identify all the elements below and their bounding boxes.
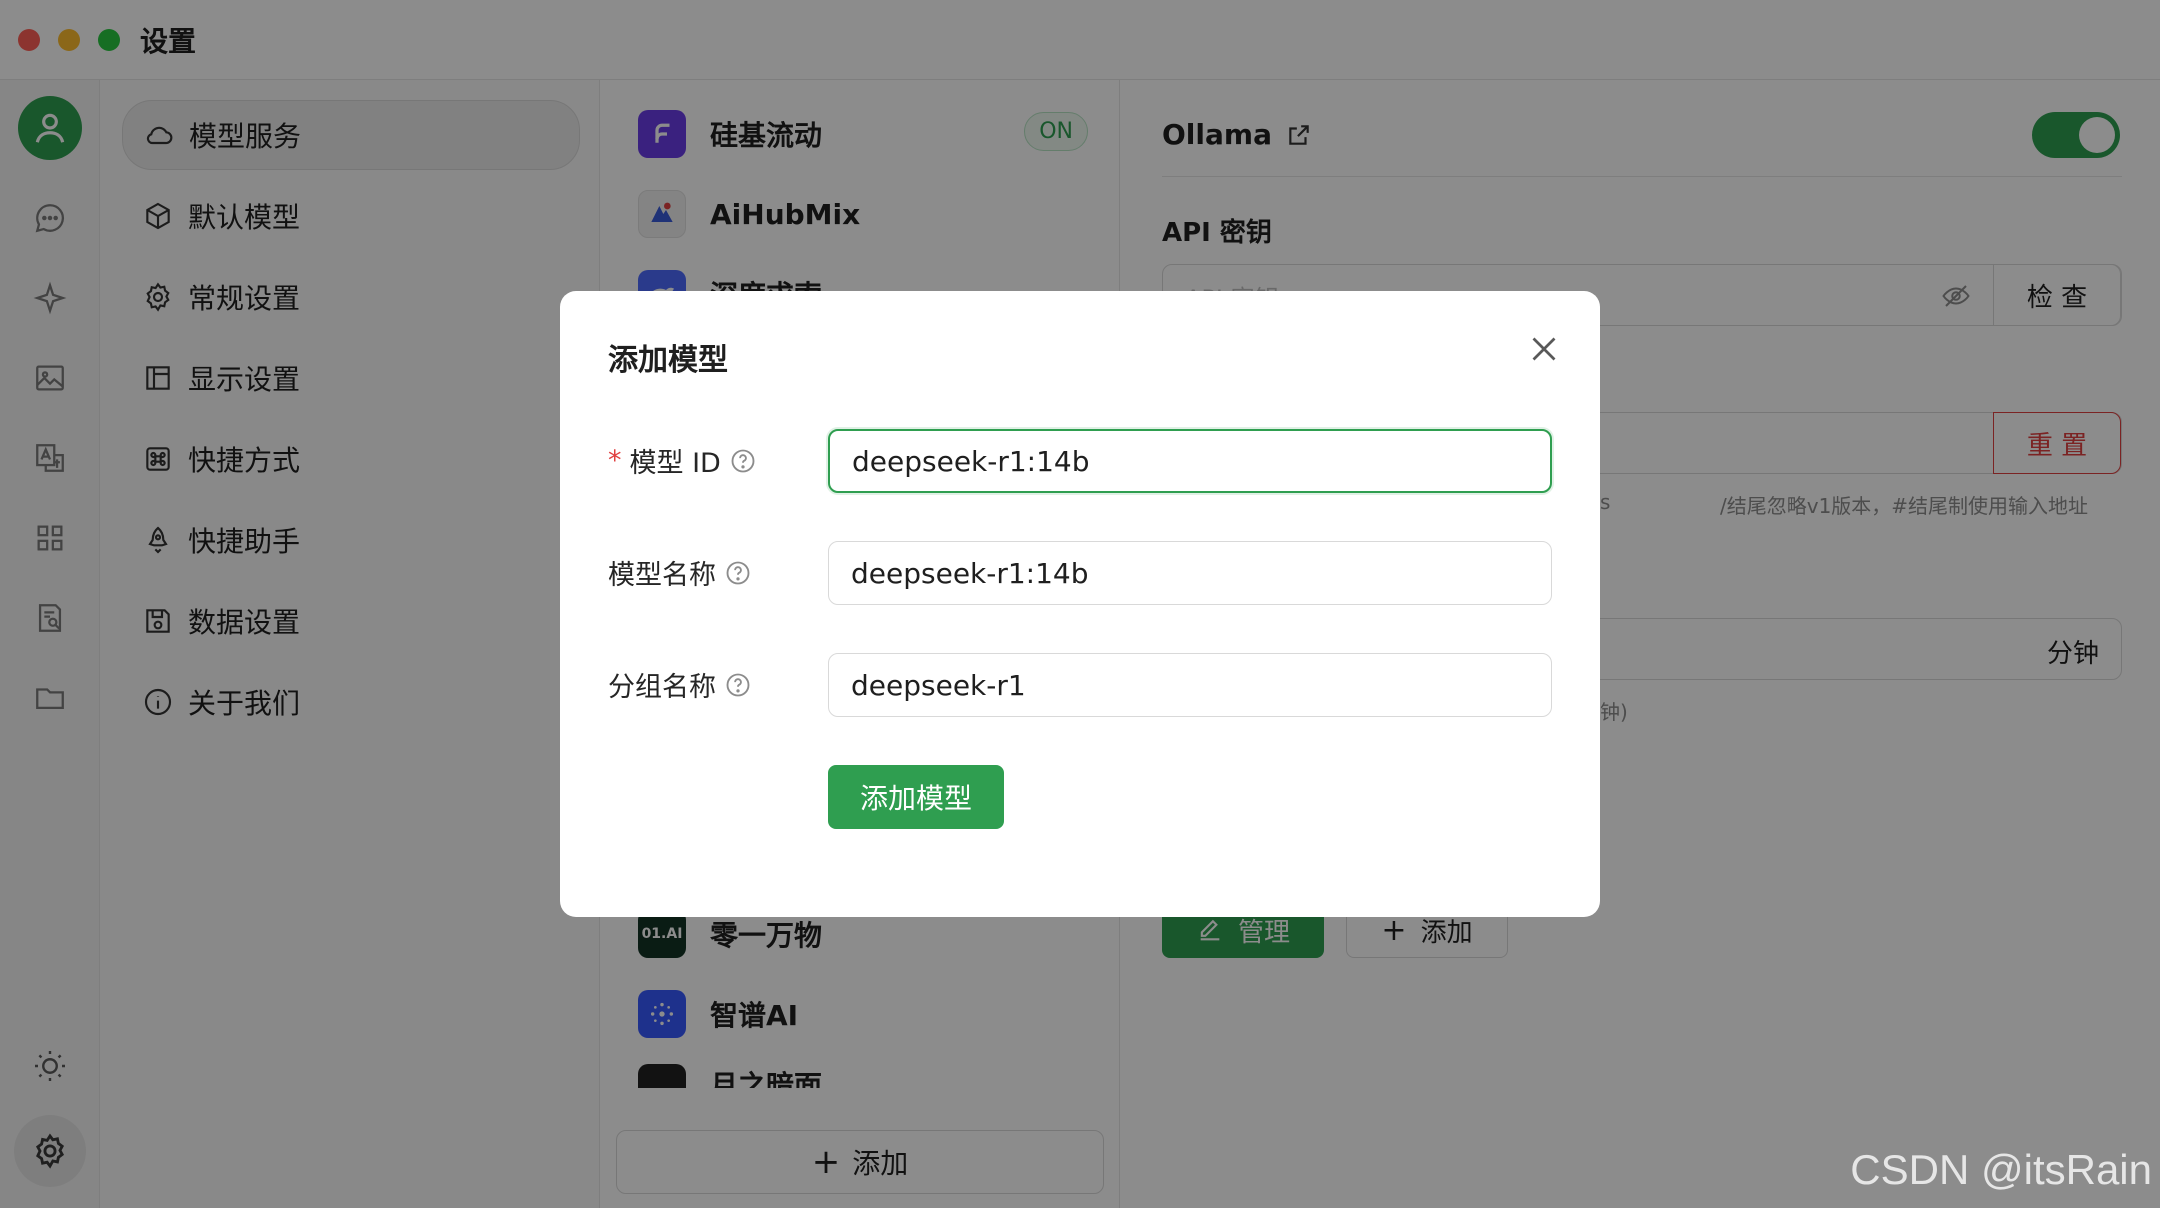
add-model-submit-button[interactable]: 添加模型 [828,765,1004,829]
close-icon[interactable] [1526,331,1562,367]
help-icon[interactable] [724,559,752,587]
help-icon[interactable] [724,671,752,699]
model-id-label: * 模型 ID [608,441,757,480]
help-icon[interactable] [729,447,757,475]
group-name-label: 分组名称 [608,665,752,704]
group-name-input[interactable]: deepseek-r1 [828,653,1552,717]
model-id-input[interactable]: deepseek-r1:14b [828,429,1552,493]
watermark: CSDN @itsRain [1850,1146,2152,1193]
dialog-title: 添加模型 [608,343,728,378]
model-name-label: 模型名称 [608,553,752,592]
required-mark: * [608,445,622,476]
model-name-input[interactable]: deepseek-r1:14b [828,541,1552,605]
add-model-dialog: 添加模型 * 模型 ID deepseek-r1:14b 模型名称 deepse… [560,291,1600,917]
